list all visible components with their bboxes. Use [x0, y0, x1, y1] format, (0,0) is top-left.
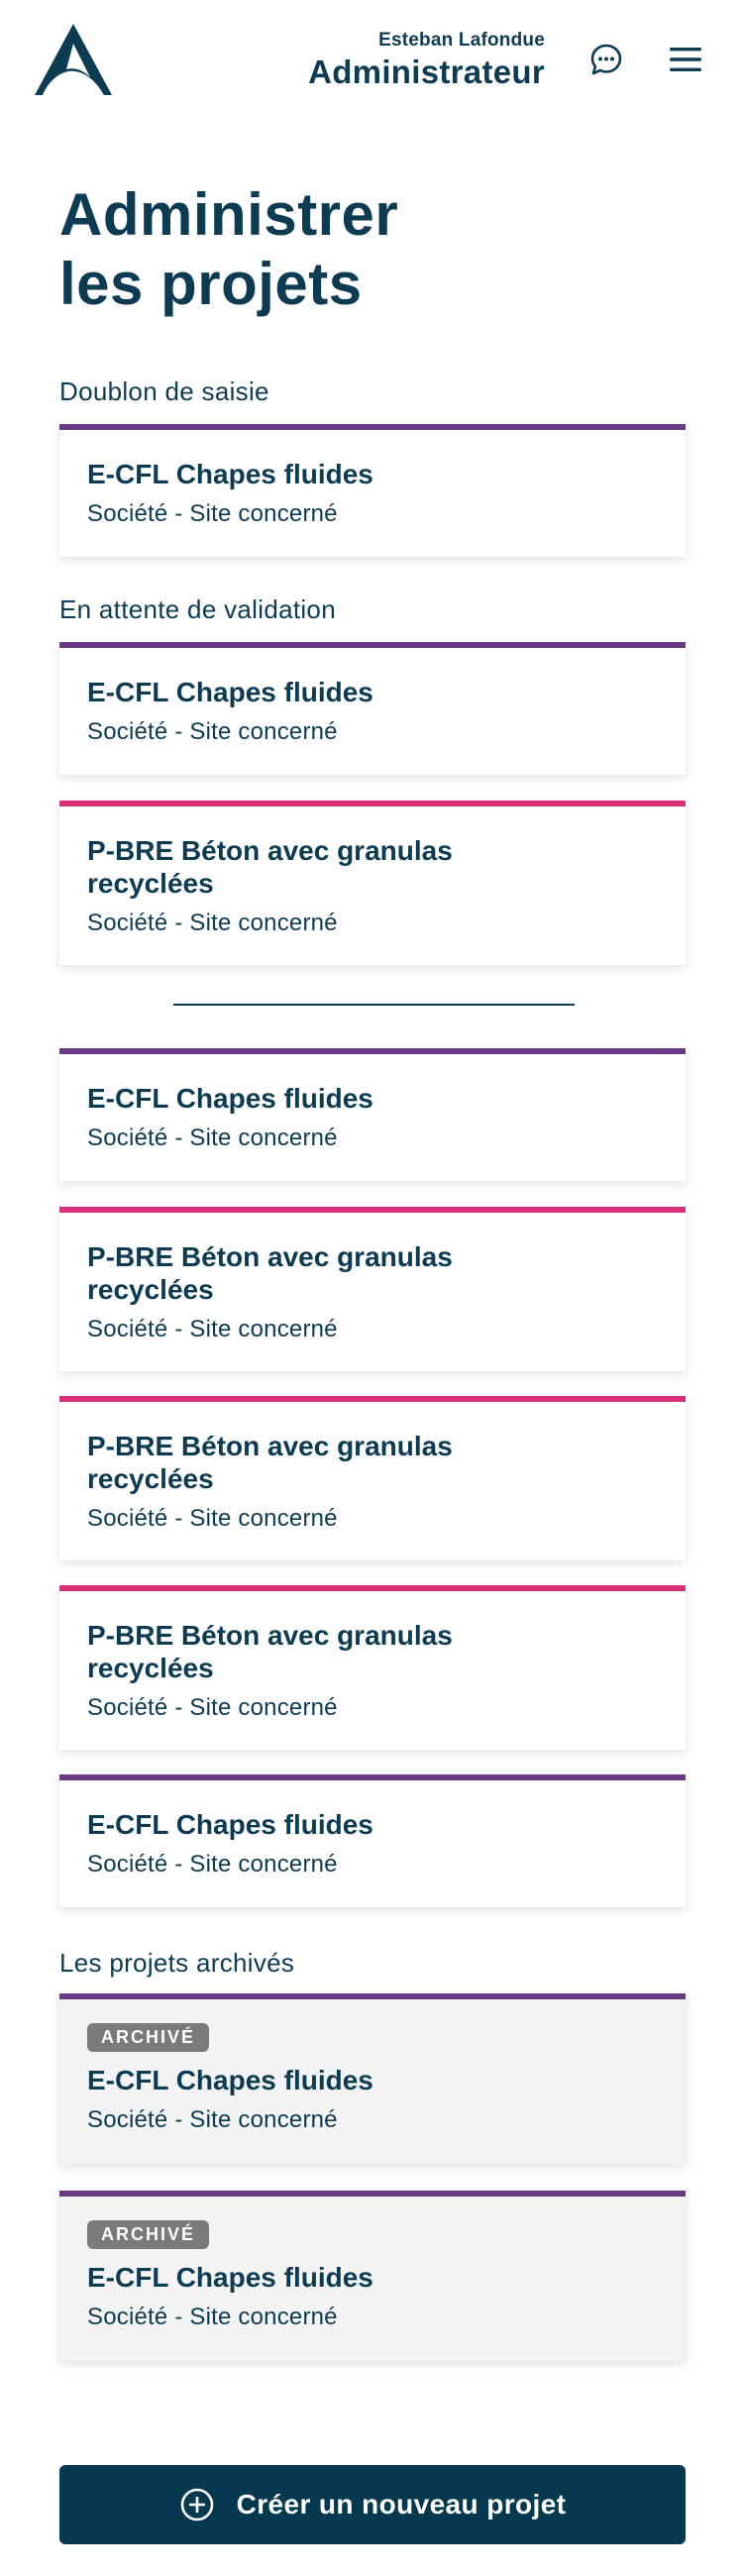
project-card[interactable]: E-CFL Chapes fluides Société - Site conc… — [59, 1048, 686, 1181]
create-project-button[interactable]: Créer un nouveau projet — [59, 2465, 686, 2544]
project-subtitle: Société - Site concerné — [87, 1694, 338, 1721]
project-subtitle: Société - Site concerné — [87, 1505, 338, 1532]
project-title: E-CFL Chapes fluides — [87, 2262, 373, 2293]
project-subtitle: Société - Site concerné — [87, 718, 338, 745]
project-title: E-CFL Chapes fluides — [87, 677, 373, 707]
project-subtitle: Société - Site concerné — [87, 1125, 338, 1151]
project-subtitle: Société - Site concerné — [87, 1316, 338, 1342]
page-title-line-1: Administrer — [59, 181, 399, 248]
archived-badge: ARCHIVÉ — [87, 2023, 210, 2052]
project-title: P-BRE Béton avec granulas recyclées — [87, 1620, 453, 1683]
page-title: Administrer les projets — [59, 180, 398, 319]
section-label-pending: En attente de validation — [59, 594, 336, 624]
section-label-duplicate: Doublon de saisie — [59, 376, 269, 406]
project-subtitle: Société - Site concerné — [87, 910, 338, 936]
archived-badge: ARCHIVÉ — [87, 2220, 210, 2249]
archived-project-card[interactable]: ARCHIVÉ E-CFL Chapes fluides Société - S… — [59, 2191, 686, 2361]
user-info: Esteban Lafondue Administrateur — [308, 30, 545, 91]
menu-button[interactable] — [666, 40, 705, 79]
project-card[interactable]: P-BRE Béton avec granulas recyclées Soci… — [59, 1585, 686, 1750]
project-subtitle: Société - Site concerné — [87, 500, 338, 527]
project-title: E-CFL Chapes fluides — [87, 459, 373, 489]
page-title-line-2: les projets — [59, 251, 363, 317]
project-card[interactable]: E-CFL Chapes fluides Société - Site conc… — [59, 642, 686, 775]
hamburger-menu-icon — [670, 48, 701, 71]
section-divider — [173, 1004, 575, 1006]
project-title: P-BRE Béton avec granulas recyclées — [87, 835, 453, 899]
project-card[interactable]: P-BRE Béton avec granulas recyclées Soci… — [59, 1207, 686, 1371]
project-subtitle: Société - Site concerné — [87, 2304, 338, 2330]
project-card[interactable]: P-BRE Béton avec granulas recyclées Soci… — [59, 801, 686, 965]
messages-button[interactable] — [586, 40, 626, 79]
section-label-archived: Les projets archivés — [59, 1948, 295, 1978]
create-project-label: Créer un nouveau projet — [236, 2489, 567, 2520]
app-header: Esteban Lafondue Administrateur — [0, 0, 743, 119]
project-card[interactable]: P-BRE Béton avec granulas recyclées Soci… — [59, 1396, 686, 1560]
project-subtitle: Société - Site concerné — [87, 1851, 338, 1878]
chat-bubble-icon — [590, 44, 622, 75]
user-role: Administrateur — [308, 54, 545, 90]
project-title: P-BRE Béton avec granulas recyclées — [87, 1431, 453, 1494]
project-subtitle: Société - Site concerné — [87, 2106, 338, 2133]
project-card[interactable]: E-CFL Chapes fluides Société - Site conc… — [59, 424, 686, 557]
plus-circle-icon — [180, 2488, 213, 2522]
project-card[interactable]: E-CFL Chapes fluides Société - Site conc… — [59, 1774, 686, 1907]
project-title: E-CFL Chapes fluides — [87, 2065, 373, 2095]
user-name: Esteban Lafondue — [378, 30, 545, 51]
project-title: E-CFL Chapes fluides — [87, 1083, 373, 1114]
archived-project-card[interactable]: ARCHIVÉ E-CFL Chapes fluides Société - S… — [59, 1993, 686, 2164]
project-title: E-CFL Chapes fluides — [87, 1809, 373, 1840]
project-title: P-BRE Béton avec granulas recyclées — [87, 1241, 453, 1305]
triangle-logo-icon[interactable] — [33, 22, 114, 97]
